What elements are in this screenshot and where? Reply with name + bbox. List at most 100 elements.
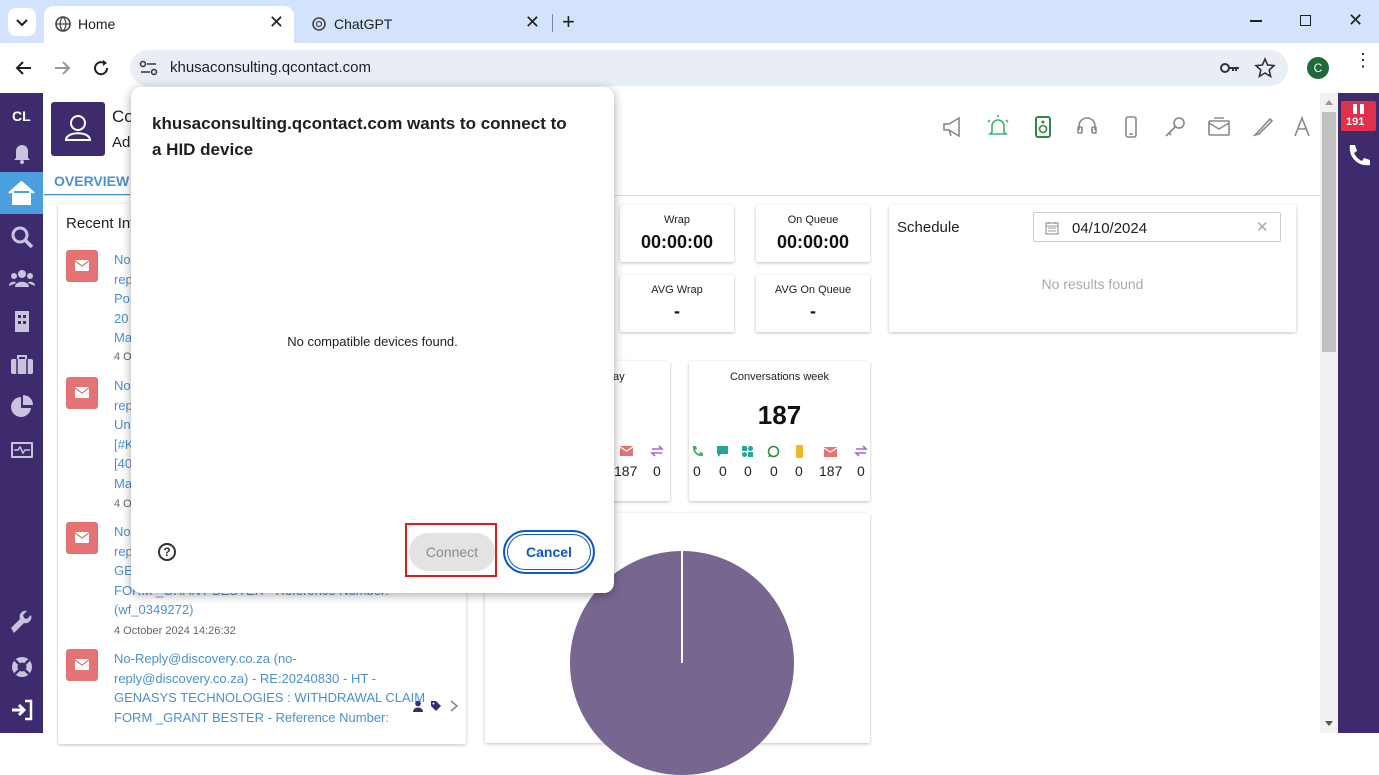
back-arrow-icon[interactable] <box>12 56 36 80</box>
lifebuoy-icon[interactable] <box>8 653 36 681</box>
phone-count-icon <box>692 446 703 457</box>
transfer-count-icon <box>650 445 664 457</box>
connect-highlight-box <box>405 523 497 577</box>
cancel-button[interactable]: Cancel <box>503 530 595 574</box>
envelope-icon <box>75 260 89 271</box>
monitor-icon[interactable] <box>8 437 36 465</box>
recent-item-date: 4 O <box>114 498 132 510</box>
hid-permission-dialog: khusaconsulting.qcontact.com wants to co… <box>131 87 614 593</box>
tab-overview[interactable]: OVERVIEW <box>54 173 129 189</box>
chat-count: 0 <box>719 463 727 479</box>
recent-item-link[interactable]: No-Reply@discovery.co.za (no-reply@disco… <box>114 649 425 727</box>
site-settings-icon[interactable] <box>138 58 160 78</box>
conversations-today-label: ay <box>613 371 625 383</box>
email-channel-icon <box>66 377 98 409</box>
brush-icon[interactable] <box>1250 114 1276 140</box>
schedule-card: Schedule 04/10/2024 ✕ No results found <box>889 205 1296 332</box>
transfer-count: 0 <box>653 463 661 479</box>
recent-item-link[interactable]: No rep Po 20 Ma <box>114 250 133 348</box>
tab-title: Home <box>78 16 116 32</box>
dialog-heading: khusaconsulting.qcontact.com wants to co… <box>152 114 567 159</box>
scrollbar-thumb[interactable] <box>1322 112 1336 352</box>
minimize-button[interactable] <box>1250 20 1262 22</box>
wrap-value: 00:00:00 <box>640 232 714 252</box>
briefcase-icon[interactable] <box>8 350 36 378</box>
key-icon[interactable] <box>1162 114 1188 140</box>
chevron-right-icon[interactable] <box>449 699 459 713</box>
more-menu-icon[interactable]: ⋮ <box>1354 51 1372 69</box>
email-count: 187 <box>819 463 843 479</box>
schedule-date-input[interactable]: 04/10/2024 ✕ <box>1033 212 1281 242</box>
headset-icon[interactable] <box>1074 114 1100 140</box>
nav-home-active[interactable] <box>0 172 43 214</box>
tag-icon[interactable] <box>430 700 442 712</box>
globe-icon <box>55 16 71 32</box>
close-tab-icon[interactable]: ✕ <box>269 12 284 33</box>
profile-avatar[interactable]: C <box>1307 57 1329 79</box>
help-icon[interactable]: ? <box>158 543 176 561</box>
transfer-count: 0 <box>857 463 865 479</box>
telephony-sidebar: 191 <box>1338 93 1379 733</box>
bookmark-star-icon[interactable] <box>1254 57 1276 79</box>
avg-on-queue-value: - <box>810 301 816 321</box>
avg-wrap-label: AVG Wrap <box>651 284 703 296</box>
email-channel-icon <box>66 522 98 554</box>
queue-badge[interactable]: 191 <box>1341 101 1376 131</box>
calendar-icon <box>1045 222 1059 235</box>
on-queue-label: On Queue <box>787 214 839 226</box>
phone-icon[interactable] <box>1346 143 1372 169</box>
users-icon[interactable] <box>8 265 36 293</box>
password-key-icon[interactable] <box>1218 58 1242 78</box>
forward-arrow-icon[interactable] <box>50 56 74 80</box>
envelope-icon <box>75 659 89 670</box>
wrench-icon[interactable] <box>8 609 36 637</box>
tab-divider <box>552 14 553 32</box>
recent-item-date: 4 October 2024 14:26:32 <box>114 625 236 637</box>
bell-icon[interactable] <box>8 139 36 167</box>
address-bar[interactable]: khusaconsulting.qcontact.com <box>130 50 1288 86</box>
clear-date-icon[interactable]: ✕ <box>1256 218 1269 236</box>
logout-icon[interactable] <box>8 696 36 724</box>
schedule-title: Schedule <box>897 219 960 236</box>
avg-wrap-value: - <box>674 301 680 321</box>
envelope-icon <box>75 532 89 543</box>
pie-chart-icon[interactable] <box>8 393 36 421</box>
building-icon[interactable] <box>8 307 36 335</box>
transfer-count-icon <box>854 445 868 457</box>
close-tab-icon[interactable]: ✕ <box>525 12 540 33</box>
scroll-up-arrow-icon[interactable] <box>1324 98 1334 106</box>
whatsapp-count: 0 <box>770 463 778 479</box>
tab-home[interactable]: Home ✕ <box>44 6 294 43</box>
schedule-date-value: 04/10/2024 <box>1072 220 1148 237</box>
email-count-icon <box>824 447 837 457</box>
new-tab-button[interactable]: + <box>562 9 575 35</box>
scroll-down-arrow-icon[interactable] <box>1324 720 1334 728</box>
user-avatar[interactable] <box>51 102 105 156</box>
wrap-label: Wrap <box>663 214 691 226</box>
on-queue-card: On Queue 00:00:00 <box>756 205 870 262</box>
envelope-money-icon[interactable] <box>1206 114 1232 140</box>
reload-icon[interactable] <box>89 56 113 80</box>
assign-user-icon[interactable] <box>412 700 424 712</box>
app-sidebar: CL <box>0 93 43 733</box>
queue-count: 191 <box>1346 116 1365 128</box>
nav-initials: CL <box>12 108 31 124</box>
user-role: Ad <box>112 134 131 151</box>
recent-title: Recent Int <box>66 215 135 232</box>
speaker-icon[interactable] <box>1030 114 1056 140</box>
tab-search-button[interactable] <box>8 8 36 36</box>
url-text: khusaconsulting.qcontact.com <box>170 59 371 76</box>
font-size-icon[interactable] <box>1290 114 1316 140</box>
mobile-phone-icon[interactable] <box>1118 114 1144 140</box>
search-icon[interactable] <box>8 223 36 251</box>
close-window-button[interactable]: ✕ <box>1348 10 1363 31</box>
megaphone-icon[interactable] <box>940 114 966 140</box>
avg-on-queue-card: AVG On Queue - <box>756 275 870 332</box>
alarm-bell-icon[interactable] <box>985 114 1011 140</box>
tab-chatgpt[interactable]: ChatGPT ✕ <box>300 6 550 43</box>
email-count: 187 <box>614 463 638 479</box>
phone-count: 0 <box>693 463 701 479</box>
home-icon <box>8 180 35 205</box>
wrap-card: Wrap 00:00:00 <box>620 205 734 262</box>
restore-button[interactable] <box>1300 15 1311 26</box>
